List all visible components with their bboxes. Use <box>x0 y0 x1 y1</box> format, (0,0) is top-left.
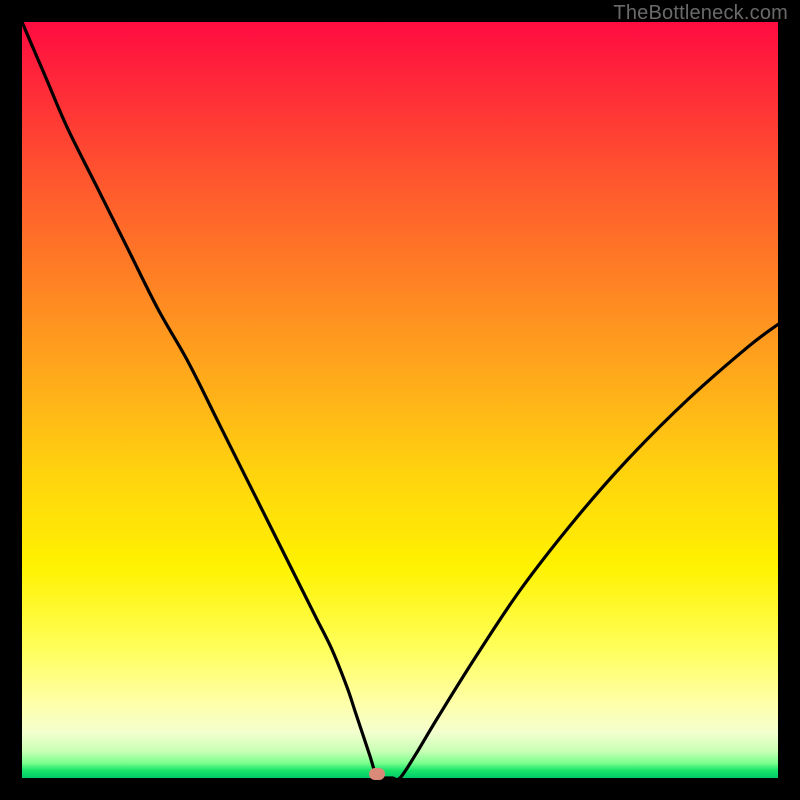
plot-area <box>22 22 778 778</box>
minimum-marker <box>369 768 385 780</box>
chart-frame: TheBottleneck.com <box>0 0 800 800</box>
bottleneck-curve <box>22 22 778 778</box>
